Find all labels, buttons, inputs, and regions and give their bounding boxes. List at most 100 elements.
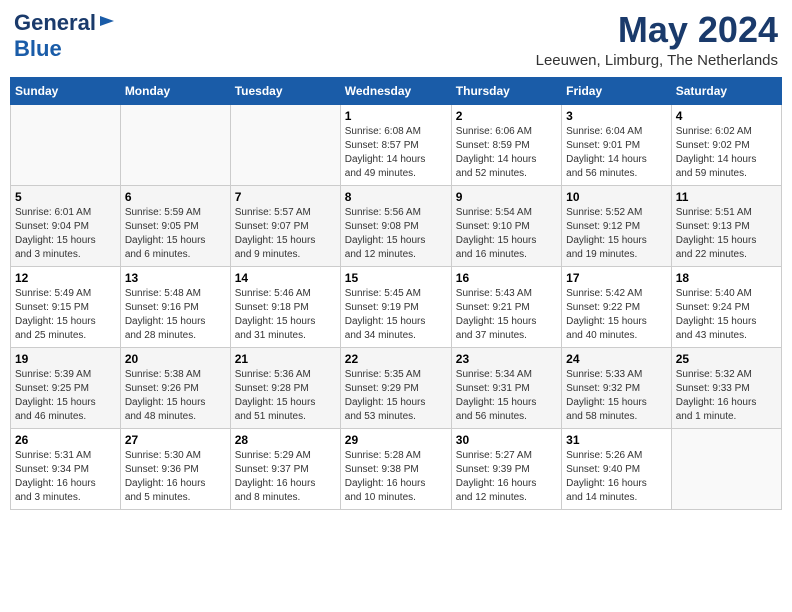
day-number: 29 (345, 433, 447, 447)
day-number: 30 (456, 433, 557, 447)
day-number: 27 (125, 433, 226, 447)
day-number: 15 (345, 271, 447, 285)
calendar-cell: 24Sunrise: 5:33 AMSunset: 9:32 PMDayligh… (562, 347, 672, 428)
day-info: Sunrise: 5:56 AMSunset: 9:08 PMDaylight:… (345, 206, 447, 262)
day-info: Sunrise: 5:34 AMSunset: 9:31 PMDaylight:… (456, 368, 557, 424)
header-day-friday: Friday (562, 77, 672, 104)
calendar-cell: 31 Sunrise: 5:26 AMSunset: 9:40 PMDayligh… (562, 428, 672, 509)
calendar-week-2: 5 Sunrise: 6:01 AMSunset: 9:04 PMDaylight… (11, 185, 782, 266)
day-info: Sunrise: 5:26 AMSunset: 9:40 PMDaylight:… (566, 449, 667, 505)
calendar-cell: 21 Sunrise: 5:36 AMSunset: 9:28 PMDayligh… (230, 347, 340, 428)
calendar-cell: 7 Sunrise: 5:57 AMSunset: 9:07 PMDaylight… (230, 185, 340, 266)
header-day-monday: Monday (120, 77, 230, 104)
day-info: Sunrise: 5:35 AMSunset: 9:29 PMDaylight:… (345, 368, 447, 424)
day-info: Sunrise: 5:31 AMSunset: 9:34 PMDaylight:… (15, 449, 116, 505)
day-number: 12 (15, 271, 116, 285)
location-subtitle: Leeuwen, Limburg, The Netherlands (536, 52, 778, 69)
calendar-cell: 17 Sunrise: 5:42 AMSunset: 9:22 PMDayligh… (562, 266, 672, 347)
header-day-saturday: Saturday (671, 77, 781, 104)
day-info: Sunrise: 5:30 AMSunset: 9:36 PMDaylight:… (125, 449, 226, 505)
day-info: Sunrise: 5:43 AMSunset: 9:21 PMDaylight:… (456, 287, 557, 343)
day-info: Sunrise: 5:42 AMSunset: 9:22 PMDaylight:… (566, 287, 667, 343)
calendar-cell: 20Sunrise: 5:38 AMSunset: 9:26 PMDayligh… (120, 347, 230, 428)
day-info: Sunrise: 5:52 AMSunset: 9:12 PMDaylight:… (566, 206, 667, 262)
calendar-cell: 28 Sunrise: 5:29 AMSunset: 9:37 PMDayligh… (230, 428, 340, 509)
day-number: 25 (676, 352, 777, 366)
day-info: Sunrise: 5:59 AMSunset: 9:05 PMDaylight:… (125, 206, 226, 262)
calendar-cell: 26Sunrise: 5:31 AMSunset: 9:34 PMDayligh… (11, 428, 121, 509)
calendar-cell (671, 428, 781, 509)
day-number: 31 (566, 433, 667, 447)
day-info: Sunrise: 6:04 AMSunset: 9:01 PMDaylight:… (566, 125, 667, 181)
calendar-cell: 6Sunrise: 5:59 AMSunset: 9:05 PMDaylight… (120, 185, 230, 266)
month-year-title: May 2024 (536, 10, 778, 50)
day-info: Sunrise: 5:49 AMSunset: 9:15 PMDaylight:… (15, 287, 116, 343)
calendar-week-3: 12 Sunrise: 5:49 AMSunset: 9:15 PMDayligh… (11, 266, 782, 347)
calendar-cell: 22 Sunrise: 5:35 AMSunset: 9:29 PMDayligh… (340, 347, 451, 428)
day-info: Sunrise: 5:57 AMSunset: 9:07 PMDaylight:… (235, 206, 336, 262)
calendar-cell (120, 104, 230, 185)
day-number: 8 (345, 190, 447, 204)
day-number: 18 (676, 271, 777, 285)
header-day-wednesday: Wednesday (340, 77, 451, 104)
day-number: 21 (235, 352, 336, 366)
day-info: Sunrise: 5:39 AMSunset: 9:25 PMDaylight:… (15, 368, 116, 424)
day-number: 17 (566, 271, 667, 285)
day-info: Sunrise: 5:33 AMSunset: 9:32 PMDaylight:… (566, 368, 667, 424)
day-info: Sunrise: 5:54 AMSunset: 9:10 PMDaylight:… (456, 206, 557, 262)
day-info: Sunrise: 6:06 AMSunset: 8:59 PMDaylight:… (456, 125, 557, 181)
day-info: Sunrise: 5:32 AMSunset: 9:33 PMDaylight:… (676, 368, 777, 424)
day-number: 4 (676, 109, 777, 123)
day-number: 11 (676, 190, 777, 204)
day-info: Sunrise: 5:27 AMSunset: 9:39 PMDaylight:… (456, 449, 557, 505)
calendar-cell: 2 Sunrise: 6:06 AMSunset: 8:59 PMDaylight… (451, 104, 561, 185)
calendar-cell: 11Sunrise: 5:51 AMSunset: 9:13 PMDayligh… (671, 185, 781, 266)
day-info: Sunrise: 5:38 AMSunset: 9:26 PMDaylight:… (125, 368, 226, 424)
logo: General Blue (14, 10, 116, 62)
calendar-cell (11, 104, 121, 185)
calendar-cell: 30 Sunrise: 5:27 AMSunset: 9:39 PMDayligh… (451, 428, 561, 509)
calendar-cell: 9Sunrise: 5:54 AMSunset: 9:10 PMDaylight… (451, 185, 561, 266)
calendar-table: SundayMondayTuesdayWednesdayThursdayFrid… (10, 77, 782, 510)
calendar-cell: 15Sunrise: 5:45 AMSunset: 9:19 PMDayligh… (340, 266, 451, 347)
day-number: 1 (345, 109, 447, 123)
calendar-cell: 29 Sunrise: 5:28 AMSunset: 9:38 PMDayligh… (340, 428, 451, 509)
calendar-cell: 19 Sunrise: 5:39 AMSunset: 9:25 PMDayligh… (11, 347, 121, 428)
day-info: Sunrise: 5:48 AMSunset: 9:16 PMDaylight:… (125, 287, 226, 343)
calendar-cell: 18Sunrise: 5:40 AMSunset: 9:24 PMDayligh… (671, 266, 781, 347)
logo-blue: Blue (14, 36, 62, 62)
page-header: General Blue May 2024 Leeuwen, Limburg, … (10, 10, 782, 69)
calendar-cell (230, 104, 340, 185)
day-number: 2 (456, 109, 557, 123)
day-info: Sunrise: 5:28 AMSunset: 9:38 PMDaylight:… (345, 449, 447, 505)
logo-general: General (14, 10, 96, 36)
calendar-week-1: 1Sunrise: 6:08 AMSunset: 8:57 PMDaylight… (11, 104, 782, 185)
day-info: Sunrise: 5:46 AMSunset: 9:18 PMDaylight:… (235, 287, 336, 343)
title-area: May 2024 Leeuwen, Limburg, The Netherlan… (536, 10, 778, 69)
day-number: 13 (125, 271, 226, 285)
day-number: 5 (15, 190, 116, 204)
day-info: Sunrise: 5:36 AMSunset: 9:28 PMDaylight:… (235, 368, 336, 424)
logo-arrow-icon (98, 12, 116, 30)
day-info: Sunrise: 6:01 AMSunset: 9:04 PMDaylight:… (15, 206, 116, 262)
calendar-cell: 3Sunrise: 6:04 AMSunset: 9:01 PMDaylight… (562, 104, 672, 185)
day-number: 19 (15, 352, 116, 366)
day-number: 28 (235, 433, 336, 447)
day-number: 16 (456, 271, 557, 285)
day-info: Sunrise: 5:29 AMSunset: 9:37 PMDaylight:… (235, 449, 336, 505)
calendar-header-row: SundayMondayTuesdayWednesdayThursdayFrid… (11, 77, 782, 104)
day-number: 14 (235, 271, 336, 285)
day-number: 7 (235, 190, 336, 204)
calendar-cell: 23Sunrise: 5:34 AMSunset: 9:31 PMDayligh… (451, 347, 561, 428)
calendar-cell: 12 Sunrise: 5:49 AMSunset: 9:15 PMDayligh… (11, 266, 121, 347)
day-number: 22 (345, 352, 447, 366)
calendar-cell: 27 Sunrise: 5:30 AMSunset: 9:36 PMDayligh… (120, 428, 230, 509)
calendar-cell: 16 Sunrise: 5:43 AMSunset: 9:21 PMDayligh… (451, 266, 561, 347)
calendar-cell: 10Sunrise: 5:52 AMSunset: 9:12 PMDayligh… (562, 185, 672, 266)
calendar-cell: 8 Sunrise: 5:56 AMSunset: 9:08 PMDaylight… (340, 185, 451, 266)
calendar-cell: 4Sunrise: 6:02 AMSunset: 9:02 PMDaylight… (671, 104, 781, 185)
header-day-tuesday: Tuesday (230, 77, 340, 104)
calendar-week-5: 26Sunrise: 5:31 AMSunset: 9:34 PMDayligh… (11, 428, 782, 509)
calendar-cell: 1Sunrise: 6:08 AMSunset: 8:57 PMDaylight… (340, 104, 451, 185)
header-day-thursday: Thursday (451, 77, 561, 104)
